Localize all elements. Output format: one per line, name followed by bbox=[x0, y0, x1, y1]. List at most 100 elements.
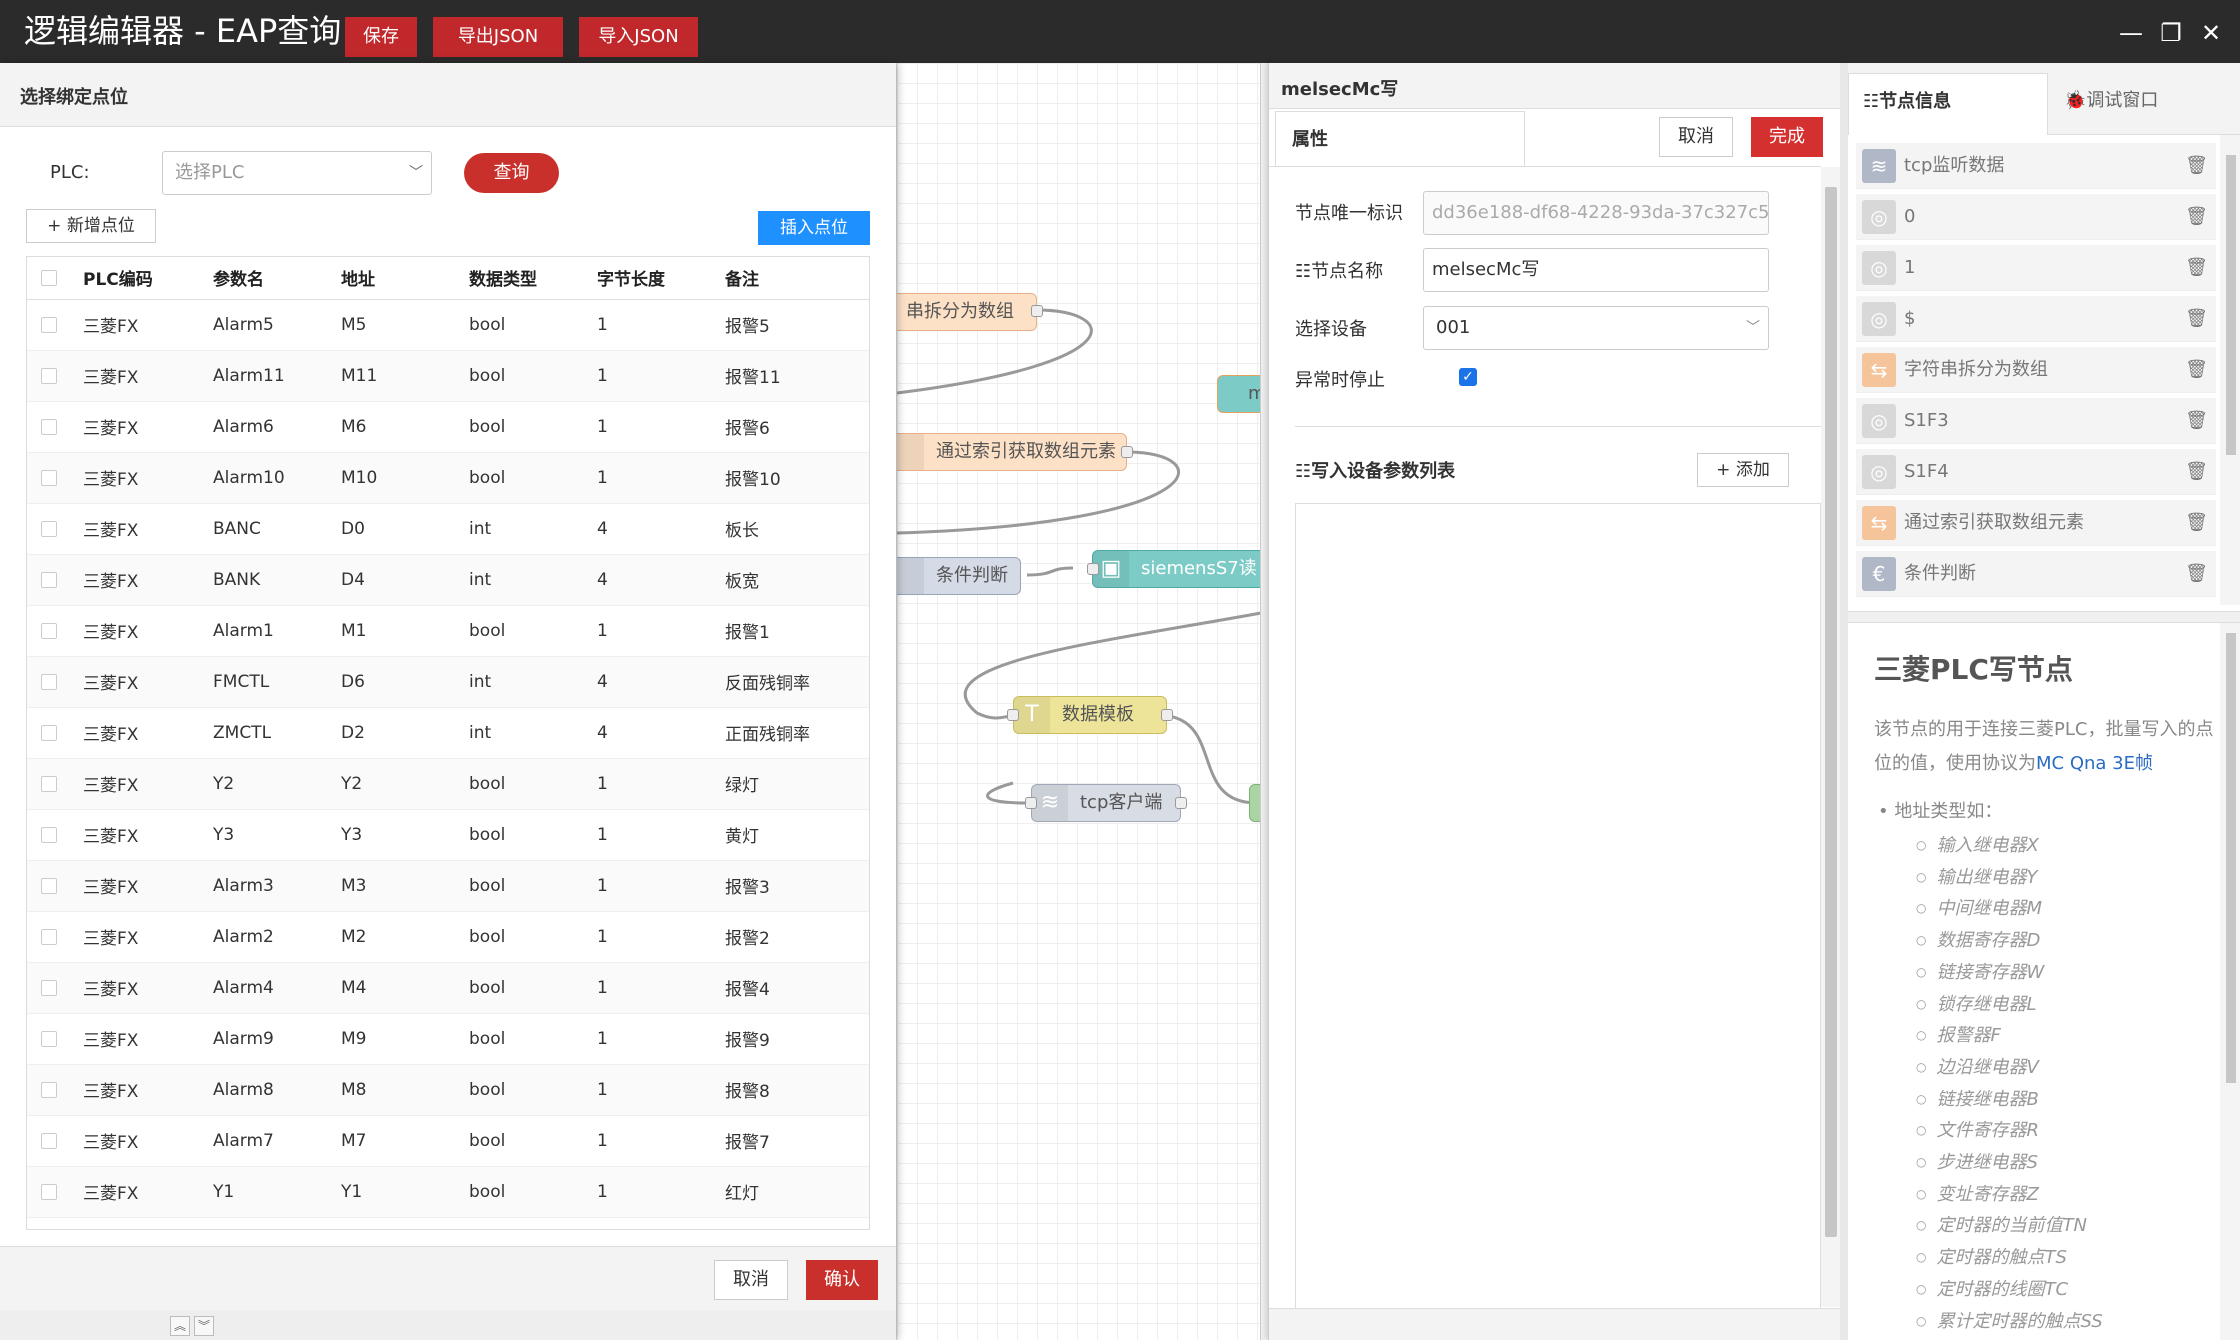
row-checkbox[interactable] bbox=[41, 367, 57, 384]
table-row[interactable]: 三菱FX Alarm11 M11 bool 1 报警11 bbox=[27, 350, 869, 402]
trash-icon[interactable]: 🗑 bbox=[2185, 245, 2208, 291]
sidebar-node-item[interactable]: ◎ $ 🗑 bbox=[1856, 296, 2216, 342]
confirm-button[interactable]: 确认 bbox=[806, 1260, 878, 1300]
scrollbar[interactable] bbox=[2220, 623, 2240, 1340]
cancel-button[interactable]: 取消 bbox=[1659, 117, 1733, 157]
sidebar-node-item[interactable]: ◎ S1F4 🗑 bbox=[1856, 449, 2216, 495]
row-checkbox[interactable] bbox=[41, 673, 57, 690]
select-all-checkbox[interactable] bbox=[41, 269, 57, 286]
done-button[interactable]: 完成 bbox=[1751, 117, 1823, 157]
node-condition[interactable]: 条件判断 bbox=[897, 557, 1021, 595]
scrollbar[interactable] bbox=[1821, 167, 1841, 1307]
sidebar-node-item[interactable]: ◎ 1 🗑 bbox=[1856, 245, 2216, 291]
insert-point-button[interactable]: 插入点位 bbox=[758, 211, 870, 245]
row-checkbox[interactable] bbox=[41, 1183, 57, 1200]
node-port[interactable] bbox=[1121, 446, 1133, 458]
row-select-cell[interactable] bbox=[27, 350, 83, 402]
table-row[interactable]: 三菱FX Alarm9 M9 bool 1 报警9 bbox=[27, 1013, 869, 1065]
row-checkbox[interactable] bbox=[41, 928, 57, 945]
protocol-link[interactable]: MC Qna 3E帧 bbox=[2036, 753, 2153, 774]
row-select-cell[interactable] bbox=[27, 1115, 83, 1167]
trash-icon[interactable]: 🗑 bbox=[2185, 500, 2208, 546]
row-checkbox[interactable] bbox=[41, 826, 57, 843]
restore-icon[interactable]: ❐ bbox=[2156, 18, 2186, 48]
param-list[interactable] bbox=[1295, 503, 1821, 1308]
table-row[interactable]: 三菱FX Alarm7 M7 bool 1 报警7 bbox=[27, 1115, 869, 1167]
row-checkbox[interactable] bbox=[41, 418, 57, 435]
node-port[interactable] bbox=[1161, 709, 1173, 721]
scrollbar-thumb[interactable] bbox=[2226, 633, 2236, 1083]
node-index-element[interactable]: 通过索引获取数组元素 bbox=[897, 433, 1127, 471]
trash-icon[interactable]: 🗑 bbox=[2185, 347, 2208, 393]
row-checkbox[interactable] bbox=[41, 469, 57, 486]
row-select-cell[interactable] bbox=[27, 452, 83, 504]
table-row[interactable]: 三菱FX BANK D4 int 4 板宽 bbox=[27, 554, 869, 606]
sidebar-node-item[interactable]: ⇆ 通过索引获取数组元素 🗑 bbox=[1856, 500, 2216, 546]
row-select-cell[interactable] bbox=[27, 758, 83, 810]
row-select-cell[interactable] bbox=[27, 962, 83, 1014]
trash-icon[interactable]: 🗑 bbox=[2185, 296, 2208, 342]
node-name-field[interactable]: melsecMc写 bbox=[1423, 248, 1769, 292]
chevron-down-icon[interactable]: ︾ bbox=[194, 1316, 214, 1336]
add-point-button[interactable]: + 新增点位 bbox=[26, 209, 156, 243]
node-split-string[interactable]: 串拆分为数组 bbox=[897, 293, 1037, 331]
sidebar-node-item[interactable]: ≋ tcp监听数据 🗑 bbox=[1856, 143, 2216, 189]
row-select-cell[interactable] bbox=[27, 1064, 83, 1116]
trash-icon[interactable]: 🗑 bbox=[2185, 449, 2208, 495]
row-select-cell[interactable] bbox=[27, 554, 83, 606]
device-select[interactable]: 001 ﹀ bbox=[1423, 306, 1769, 350]
table-row[interactable]: 三菱FX Alarm8 M8 bool 1 报警8 bbox=[27, 1064, 869, 1116]
sidebar-node-item[interactable]: € 条件判断 🗑 bbox=[1856, 551, 2216, 597]
flow-canvas[interactable]: 串拆分为数组 通过索引获取数组元素 条件判断 ▣ siemensS7读 m T … bbox=[896, 63, 1260, 1340]
row-checkbox[interactable] bbox=[41, 979, 57, 996]
panel-resize-handle[interactable] bbox=[1260, 63, 1268, 1340]
node-tcp-client[interactable]: ≋ tcp客户端 bbox=[1031, 784, 1181, 822]
sidebar-node-item[interactable]: ◎ S1F3 🗑 bbox=[1856, 398, 2216, 444]
row-select-cell[interactable] bbox=[27, 1013, 83, 1065]
import-json-button[interactable]: 导入JSON bbox=[579, 17, 698, 57]
row-select-cell[interactable] bbox=[27, 860, 83, 912]
row-select-cell[interactable] bbox=[27, 911, 83, 963]
sidebar-node-item[interactable]: ◎ 0 🗑 bbox=[1856, 194, 2216, 240]
node-port[interactable] bbox=[1025, 797, 1037, 809]
chevron-up-icon[interactable]: ︽ bbox=[170, 1316, 190, 1336]
row-select-cell[interactable] bbox=[27, 299, 83, 351]
add-param-button[interactable]: + 添加 bbox=[1697, 453, 1789, 487]
sidebar-resize-handle[interactable] bbox=[1848, 611, 2240, 623]
tab-node-info[interactable]: ☷节点信息 bbox=[1848, 73, 2048, 135]
row-select-cell[interactable] bbox=[27, 809, 83, 861]
row-checkbox[interactable] bbox=[41, 1132, 57, 1149]
row-checkbox[interactable] bbox=[41, 622, 57, 639]
table-row[interactable]: 三菱FX Alarm10 M10 bool 1 报警10 bbox=[27, 452, 869, 504]
node-partial-green[interactable] bbox=[1249, 784, 1260, 822]
trash-icon[interactable]: 🗑 bbox=[2185, 551, 2208, 597]
table-row[interactable]: 三菱FX ZMCTL D2 int 4 正面残铜率 bbox=[27, 707, 869, 759]
row-checkbox[interactable] bbox=[41, 1081, 57, 1098]
table-row[interactable]: 三菱FX Alarm4 M4 bool 1 报警4 bbox=[27, 962, 869, 1014]
row-checkbox[interactable] bbox=[41, 316, 57, 333]
row-checkbox[interactable] bbox=[41, 571, 57, 588]
scrollbar[interactable] bbox=[2220, 135, 2240, 605]
scrollbar-thumb[interactable] bbox=[2226, 155, 2236, 455]
row-checkbox[interactable] bbox=[41, 520, 57, 537]
node-port[interactable] bbox=[1007, 709, 1019, 721]
save-button[interactable]: 保存 bbox=[345, 17, 417, 57]
row-select-cell[interactable] bbox=[27, 503, 83, 555]
sidebar-node-item[interactable]: ⇆ 字符串拆分为数组 🗑 bbox=[1856, 347, 2216, 393]
query-button[interactable]: 查询 bbox=[464, 153, 559, 193]
table-row[interactable]: 三菱FX Y3 Y3 bool 1 黄灯 bbox=[27, 809, 869, 861]
table-row[interactable]: 三菱FX Y2 Y2 bool 1 绿灯 bbox=[27, 758, 869, 810]
node-data-template[interactable]: T 数据模板 bbox=[1013, 696, 1167, 734]
node-partial-m[interactable]: m bbox=[1217, 375, 1260, 413]
tab-debug[interactable]: 🐞调试窗口 bbox=[2058, 73, 2228, 135]
row-select-cell[interactable] bbox=[27, 707, 83, 759]
row-checkbox[interactable] bbox=[41, 775, 57, 792]
node-port[interactable] bbox=[1031, 305, 1043, 317]
row-select-cell[interactable] bbox=[27, 1166, 83, 1218]
trash-icon[interactable]: 🗑 bbox=[2185, 143, 2208, 189]
table-row[interactable]: 三菱FX Alarm6 M6 bool 1 报警6 bbox=[27, 401, 869, 453]
minimize-icon[interactable]: — bbox=[2116, 18, 2146, 48]
export-json-button[interactable]: 导出JSON bbox=[433, 17, 563, 57]
trash-icon[interactable]: 🗑 bbox=[2185, 194, 2208, 240]
node-siemens-read[interactable]: ▣ siemensS7读 bbox=[1092, 550, 1260, 588]
